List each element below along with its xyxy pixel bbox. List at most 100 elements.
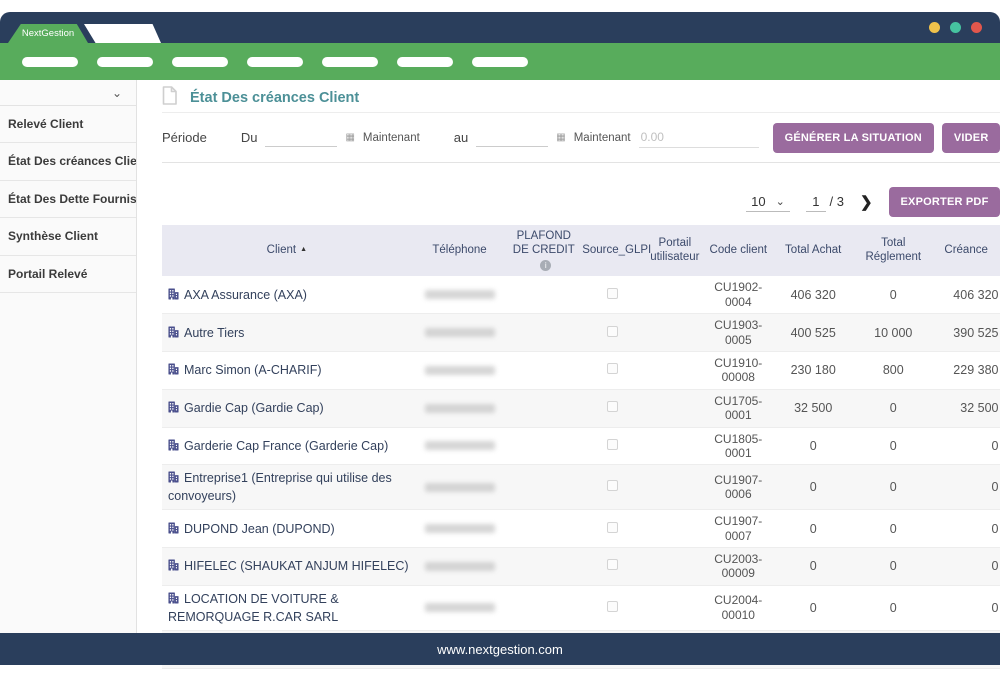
client-name[interactable]: Gardie Cap (Gardie Cap) [184,401,324,415]
calendar-icon[interactable]: ▦ [556,132,565,143]
current-page-input[interactable]: 1 [806,192,826,212]
source-glpi-cell [580,389,644,427]
source-glpi-checkbox[interactable] [607,522,618,533]
sidebar-item[interactable]: État Des créances Client [0,143,136,180]
calendar-icon[interactable]: ▦ [345,132,354,143]
plafond-credit-cell [507,585,580,630]
page-size-select[interactable]: 10 ⌄ [746,192,790,212]
source-glpi-checkbox[interactable] [607,439,618,450]
table-row[interactable]: DUPOND Jean (DUPOND)CU1907-0007000 [162,510,1000,548]
sidebar-dropdown[interactable]: ⌄ [0,80,136,106]
date-to-input[interactable] [476,129,548,147]
client-cell[interactable]: Entreprise1 (Entreprise qui utilise des … [162,465,412,510]
table-row[interactable]: LOCATION DE VOITURE & REMORQUAGE R.CAR S… [162,585,1000,630]
traffic-lights [929,22,982,33]
info-icon[interactable]: i [540,260,551,271]
nav-pill-button[interactable] [172,57,228,67]
table-row[interactable]: Garderie Cap France (Garderie Cap) CU1805… [162,427,1000,465]
nav-pill-button[interactable] [472,57,528,67]
source-glpi-checkbox[interactable] [607,480,618,491]
client-cell[interactable]: LOCATION DE VOITURE & REMORQUAGE R.CAR S… [162,585,412,630]
client-cell[interactable]: AXA Assurance (AXA) [162,276,412,313]
source-glpi-checkbox[interactable] [607,288,618,299]
telephone-redacted [425,290,495,299]
secondary-tab[interactable] [84,24,161,43]
client-name[interactable]: DUPOND Jean (DUPOND) [184,522,335,536]
nav-pill-button[interactable] [97,57,153,67]
sidebar-item[interactable]: Synthèse Client [0,218,136,255]
column-header[interactable]: Source_GLPI [580,225,644,276]
sort-asc-icon: ▲ [300,246,307,253]
date-from-input[interactable] [265,129,337,147]
client-cell[interactable]: Autre Tiers [162,314,412,352]
amount-input[interactable] [639,128,759,148]
column-header[interactable]: Code client [705,225,772,276]
table-row[interactable]: HIFELEC (SHAUKAT ANJUM HIFELEC) CU2003-00… [162,548,1000,586]
total-reglement-value: 0 [855,465,932,510]
client-cell[interactable]: Marc Simon (A-CHARIF) [162,351,412,389]
client-cell[interactable]: HIFELEC (SHAUKAT ANJUM HIFELEC) [162,548,412,586]
next-page-button[interactable]: ❯ [860,193,873,211]
source-glpi-checkbox[interactable] [607,326,618,337]
code-client-cell: CU2003-00009 [705,548,772,586]
client-name[interactable]: LOCATION DE VOITURE & REMORQUAGE R.CAR S… [168,592,339,624]
nav-pill-button[interactable] [397,57,453,67]
filter-bar: Période Du ▦ Maintenant au ▦ Maintenant … [162,113,1000,163]
client-name[interactable]: Entreprise1 (Entreprise qui utilise des … [168,471,392,503]
table-row[interactable]: Autre TiersCU1903-0005400 52510 000390 5… [162,314,1000,352]
page-title: État Des créances Client [190,90,359,106]
building-icon [168,471,179,483]
column-header[interactable]: Portail utilisateur [645,225,705,276]
nav-pill-button[interactable] [247,57,303,67]
table-row[interactable]: Gardie Cap (Gardie Cap)CU1705-000132 500… [162,389,1000,427]
client-name[interactable]: Autre Tiers [184,326,244,340]
portail-utilisateur-cell [645,389,705,427]
table-row[interactable]: AXA Assurance (AXA)CU1902-0004406 320040… [162,276,1000,313]
sidebar-item[interactable]: Portail Relevé [0,256,136,293]
client-cell[interactable]: DUPOND Jean (DUPOND) [162,510,412,548]
column-header[interactable]: Client▲ [162,225,412,276]
total-label: Total [162,668,412,679]
column-header[interactable]: Créance [932,225,1000,276]
telephone-cell [412,427,508,465]
client-cell[interactable]: Garderie Cap France (Garderie Cap) [162,427,412,465]
export-pdf-button[interactable]: EXPORTER PDF [889,187,1000,217]
traffic-light[interactable] [971,22,982,33]
nav-pill-button[interactable] [22,57,78,67]
source-glpi-checkbox[interactable] [607,363,618,374]
total-empty-cell [412,668,508,679]
source-glpi-checkbox[interactable] [607,401,618,412]
client-cell[interactable]: Gardie Cap (Gardie Cap) [162,389,412,427]
traffic-light[interactable] [950,22,961,33]
client-name[interactable]: AXA Assurance (AXA) [184,288,307,302]
app-tab-label: NextGestion [22,28,74,39]
code-client-cell: CU1805-0001 [705,427,772,465]
column-header[interactable]: Total Réglement [855,225,932,276]
client-name[interactable]: Marc Simon (A-CHARIF) [184,363,322,377]
telephone-redacted [425,483,495,492]
code-client-cell: CU1902-0004 [705,276,772,313]
client-name[interactable]: HIFELEC (SHAUKAT ANJUM HIFELEC) [184,559,409,573]
source-glpi-checkbox[interactable] [607,601,618,612]
app-tab[interactable]: NextGestion [8,24,88,43]
portail-utilisateur-cell [645,351,705,389]
clear-button[interactable]: VIDER [942,123,1000,153]
telephone-cell [412,314,508,352]
column-header[interactable]: Téléphone [412,225,508,276]
building-icon [168,559,179,571]
column-header[interactable]: PLAFOND DE CREDITi [507,225,580,276]
portail-utilisateur-cell [645,548,705,586]
source-glpi-checkbox[interactable] [607,559,618,570]
maintenant-label-from: Maintenant [363,132,420,144]
table-head: Client▲TéléphonePLAFOND DE CREDITiSource… [162,225,1000,276]
nav-pill-button[interactable] [322,57,378,67]
column-header[interactable]: Total Achat [772,225,855,276]
generate-situation-button[interactable]: GÉNÉRER LA SITUATION [773,123,934,153]
client-name[interactable]: Garderie Cap France (Garderie Cap) [184,439,388,453]
traffic-light[interactable] [929,22,940,33]
sidebar-item[interactable]: État Des Dette Fournis… [0,181,136,218]
window-titlebar: NextGestion [0,12,1000,43]
table-row[interactable]: Entreprise1 (Entreprise qui utilise des … [162,465,1000,510]
table-row[interactable]: Marc Simon (A-CHARIF)CU1910-00008230 180… [162,351,1000,389]
sidebar-item[interactable]: Relevé Client [0,106,136,143]
